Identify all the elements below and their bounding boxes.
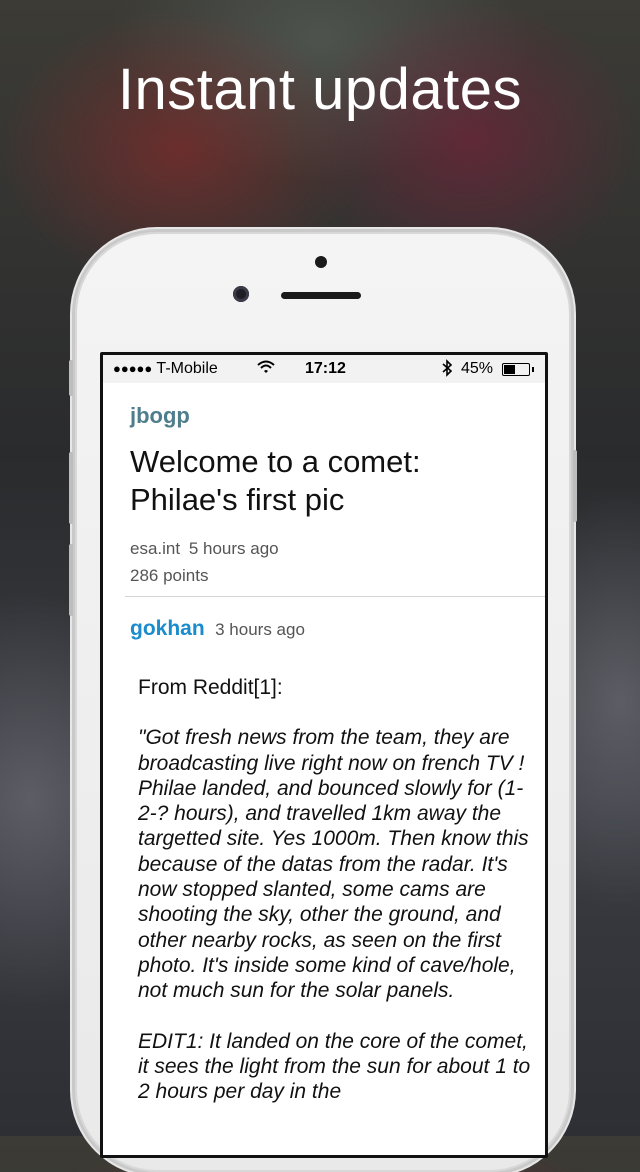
mute-switch [69, 360, 73, 396]
story-header: jbogp Welcome to a comet: Philae's first… [130, 403, 530, 589]
divider [125, 596, 545, 597]
volume-down-button [69, 544, 73, 616]
carrier-name: T-Mobile [156, 360, 218, 377]
volume-up-button [69, 452, 73, 524]
comment-author[interactable]: gokhan [130, 617, 205, 640]
front-camera [233, 286, 249, 302]
comment-header: gokhan 3 hours ago [130, 617, 305, 641]
comment-edit: EDIT1: It landed on the core of the come… [138, 1029, 531, 1104]
earpiece-speaker [281, 292, 361, 299]
story-points: 286 points [130, 566, 209, 585]
battery-nub [532, 367, 534, 372]
story-domain[interactable]: esa.int [130, 539, 180, 558]
story-author[interactable]: jbogp [130, 403, 530, 429]
status-bar: ●●●●● T-Mobile 17:12 45% [103, 355, 545, 383]
power-button [573, 450, 577, 522]
battery-fill [504, 365, 515, 374]
battery-percent: 45% [461, 360, 494, 377]
comment-body: From Reddit[1]: "Got fresh news from the… [138, 675, 533, 1129]
story-meta: esa.int 5 hours ago 286 points [130, 535, 530, 589]
phone-frame: ●●●●● T-Mobile 17:12 45% jbogp Welcome t… [69, 232, 577, 1172]
signal-strength-icon: ●●●●● [113, 361, 153, 376]
wifi-icon [257, 360, 275, 379]
story-title[interactable]: Welcome to a comet: Philae's first pic [130, 443, 530, 519]
clock: 17:12 [305, 360, 346, 377]
comment-quote: "Got fresh news from the team, they are … [138, 726, 529, 1003]
proximity-sensor [315, 256, 327, 268]
headline: Instant updates [117, 57, 523, 122]
screen: ●●●●● T-Mobile 17:12 45% jbogp Welcome t… [100, 352, 548, 1158]
carrier: ●●●●● T-Mobile [113, 360, 218, 378]
comment-age: 3 hours ago [215, 620, 305, 639]
comment-intro: From Reddit[1]: [138, 676, 283, 699]
story-age: 5 hours ago [188, 539, 279, 558]
battery-icon [502, 363, 534, 376]
bluetooth-icon [441, 359, 453, 382]
